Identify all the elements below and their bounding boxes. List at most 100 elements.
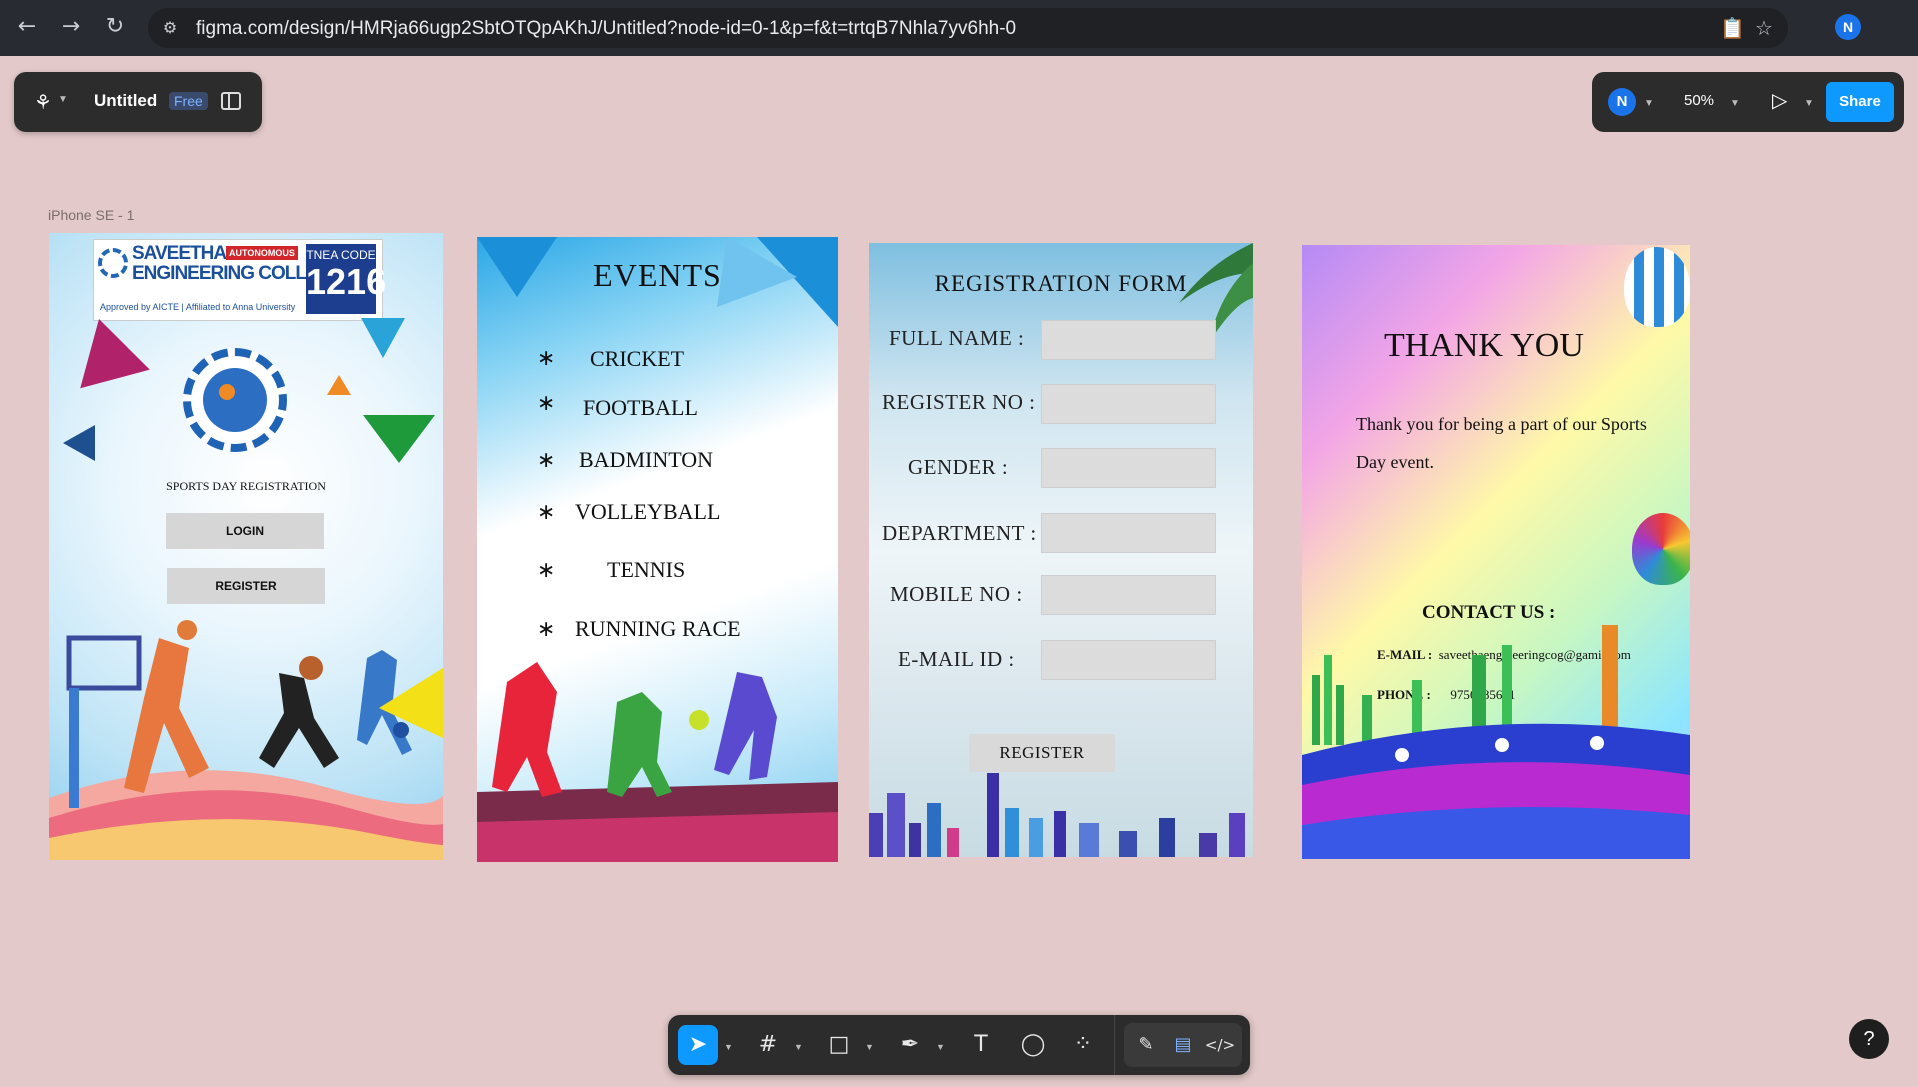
triangle-decoration [327, 375, 351, 395]
players-artwork [477, 662, 838, 862]
profile-avatar[interactable]: N [1835, 14, 1861, 40]
event-item: RUNNING RACE [575, 616, 741, 641]
actions-tool-icon[interactable]: ⁘ [1063, 1025, 1103, 1065]
frame-label[interactable]: iPhone SE - 1 [48, 207, 134, 223]
chevron-down-icon[interactable]: ▼ [724, 1042, 733, 1052]
frame-tool-icon[interactable]: # [748, 1025, 788, 1065]
bullet-icon: ∗ [537, 558, 556, 583]
clipboard-icon[interactable]: 📋 [1720, 16, 1745, 40]
register-no-field[interactable] [1041, 384, 1216, 424]
dev-mode-icon[interactable]: </> [1200, 1025, 1240, 1065]
full-name-field[interactable] [1041, 320, 1216, 360]
triangle-decoration [63, 425, 95, 461]
register-no-label: REGISTER NO : [882, 390, 1036, 414]
tnea-badge: TNEA CODE 1216 [306, 244, 387, 314]
frame-thank-you[interactable]: THANK YOU Thank you for being a part of … [1302, 245, 1690, 859]
sidebar-toggle-icon[interactable] [221, 92, 241, 110]
form-title: REGISTRATION FORM [934, 271, 1188, 296]
chevron-down-icon[interactable]: ▼ [865, 1042, 874, 1052]
forward-icon[interactable]: → [56, 12, 86, 42]
mode-switcher: ✎ ▤ </> [1124, 1023, 1242, 1067]
login-button[interactable]: LOGIN [166, 513, 324, 549]
chevron-down-icon[interactable]: ▼ [1804, 98, 1814, 109]
design-mode-icon[interactable]: ▤ [1163, 1025, 1203, 1065]
email-id-label: E-MAIL ID : [898, 647, 1015, 671]
tnea-code: 1216 [306, 261, 387, 302]
college-name-line1: SAVEETHA [132, 243, 227, 264]
gender-field[interactable] [1041, 448, 1216, 488]
bullet-icon: ∗ [537, 617, 556, 642]
chevron-down-icon[interactable]: ▼ [58, 94, 68, 105]
address-bar[interactable]: ⚙ figma.com/design/HMRja66ugp2SbtOTQpAKh… [148, 8, 1788, 48]
bullet-icon: ∗ [537, 448, 556, 473]
bullet-icon: ∗ [537, 346, 556, 371]
help-button[interactable]: ? [1849, 1019, 1889, 1059]
department-label: DEPARTMENT : [882, 521, 1037, 545]
department-field[interactable] [1041, 513, 1216, 553]
site-settings-icon[interactable]: ⚙ [158, 16, 182, 40]
url-text[interactable]: figma.com/design/HMRja66ugp2SbtOTQpAKhJ/… [196, 18, 1016, 40]
event-item: VOLLEYBALL [575, 499, 721, 524]
figma-menu-icon[interactable]: ⚘ [34, 90, 52, 114]
full-name-label: FULL NAME : [889, 326, 1025, 350]
bullet-icon: ∗ [537, 391, 556, 416]
draw-mode-icon[interactable]: ✎ [1126, 1025, 1166, 1065]
triangle-decoration [363, 415, 435, 463]
browser-toolbar: ← → ↻ ⚙ figma.com/design/HMRja66ugp2SbtO… [0, 0, 1918, 56]
college-logo: SAVEETHA ENGINEERING COLLEGE AUTONOMOUS … [93, 239, 387, 321]
page-title: SPORTS DAY REGISTRATION [166, 479, 326, 493]
header-actions: N ▼ 50% ▼ ▷ ▼ Share [1592, 72, 1904, 132]
thank-you-title: THANK YOU [1384, 327, 1584, 364]
event-item: CRICKET [590, 346, 685, 371]
thank-you-message: Thank you for being a part of our Sports… [1356, 414, 1647, 472]
autonomous-badge: AUTONOMOUS [226, 246, 298, 260]
share-button[interactable]: Share [1826, 82, 1894, 122]
reload-icon[interactable]: ↻ [100, 12, 130, 42]
present-icon[interactable]: ▷ [1772, 88, 1787, 112]
event-item: TENNIS [607, 557, 686, 582]
chevron-down-icon[interactable]: ▼ [1730, 98, 1740, 109]
bookmark-icon[interactable]: ☆ [1752, 16, 1776, 40]
text-tool-icon[interactable]: T [961, 1025, 1001, 1065]
comment-tool-icon[interactable]: ◯ [1013, 1025, 1053, 1065]
file-title[interactable]: Untitled [94, 91, 157, 111]
bottom-toolbar: ➤ ▼ # ▼ □ ▼ ✒ ▼ T ◯ ⁘ ✎ ▤ </> [668, 1015, 1250, 1075]
triangle-decoration [64, 309, 150, 389]
frame-registration-form[interactable]: REGISTRATION FORM FULL NAME : REGISTER N… [869, 243, 1253, 857]
move-tool-icon[interactable]: ➤ [678, 1025, 718, 1065]
toolbar-divider [1114, 1015, 1115, 1075]
back-icon[interactable]: ← [12, 12, 42, 42]
athletes-artwork [49, 620, 443, 860]
city-skyline-artwork [869, 773, 1245, 857]
frame-login[interactable]: SAVEETHA ENGINEERING COLLEGE AUTONOMOUS … [49, 233, 443, 860]
bullet-icon: ∗ [537, 500, 556, 525]
tnea-label: TNEA CODE [306, 248, 376, 262]
plan-badge[interactable]: Free [169, 92, 208, 110]
gender-label: GENDER : [908, 455, 1009, 479]
gear-logo-icon [98, 248, 128, 278]
seal-inner [203, 368, 267, 432]
seal-emblem [219, 384, 235, 400]
hot-air-balloon-icon [1632, 513, 1690, 585]
mobile-no-field[interactable] [1041, 575, 1216, 615]
event-item: FOOTBALL [583, 395, 698, 420]
zoom-level[interactable]: 50% [1684, 92, 1714, 109]
shape-tool-icon[interactable]: □ [819, 1025, 859, 1065]
events-title: EVENTS [593, 257, 722, 293]
file-panel: ⚘ ▼ Untitled Free [14, 72, 262, 132]
frame-events[interactable]: EVENTS ∗ CRICKET ∗ FOOTBALL ∗ BADMINTON … [477, 237, 838, 862]
college-seal [183, 348, 287, 452]
user-avatar[interactable]: N [1608, 88, 1636, 116]
mobile-no-label: MOBILE NO : [890, 582, 1023, 606]
pen-tool-icon[interactable]: ✒ [890, 1025, 930, 1065]
event-item: BADMINTON [579, 447, 714, 472]
triangle-decoration [361, 318, 405, 358]
register-button[interactable]: REGISTER [167, 568, 325, 604]
chevron-down-icon[interactable]: ▼ [936, 1042, 945, 1052]
register-button[interactable]: REGISTER [969, 734, 1115, 772]
email-id-field[interactable] [1041, 640, 1216, 680]
chevron-down-icon[interactable]: ▼ [794, 1042, 803, 1052]
sports-city-artwork [1302, 625, 1690, 859]
hot-air-balloon-icon [1624, 247, 1690, 327]
chevron-down-icon[interactable]: ▼ [1644, 98, 1654, 109]
